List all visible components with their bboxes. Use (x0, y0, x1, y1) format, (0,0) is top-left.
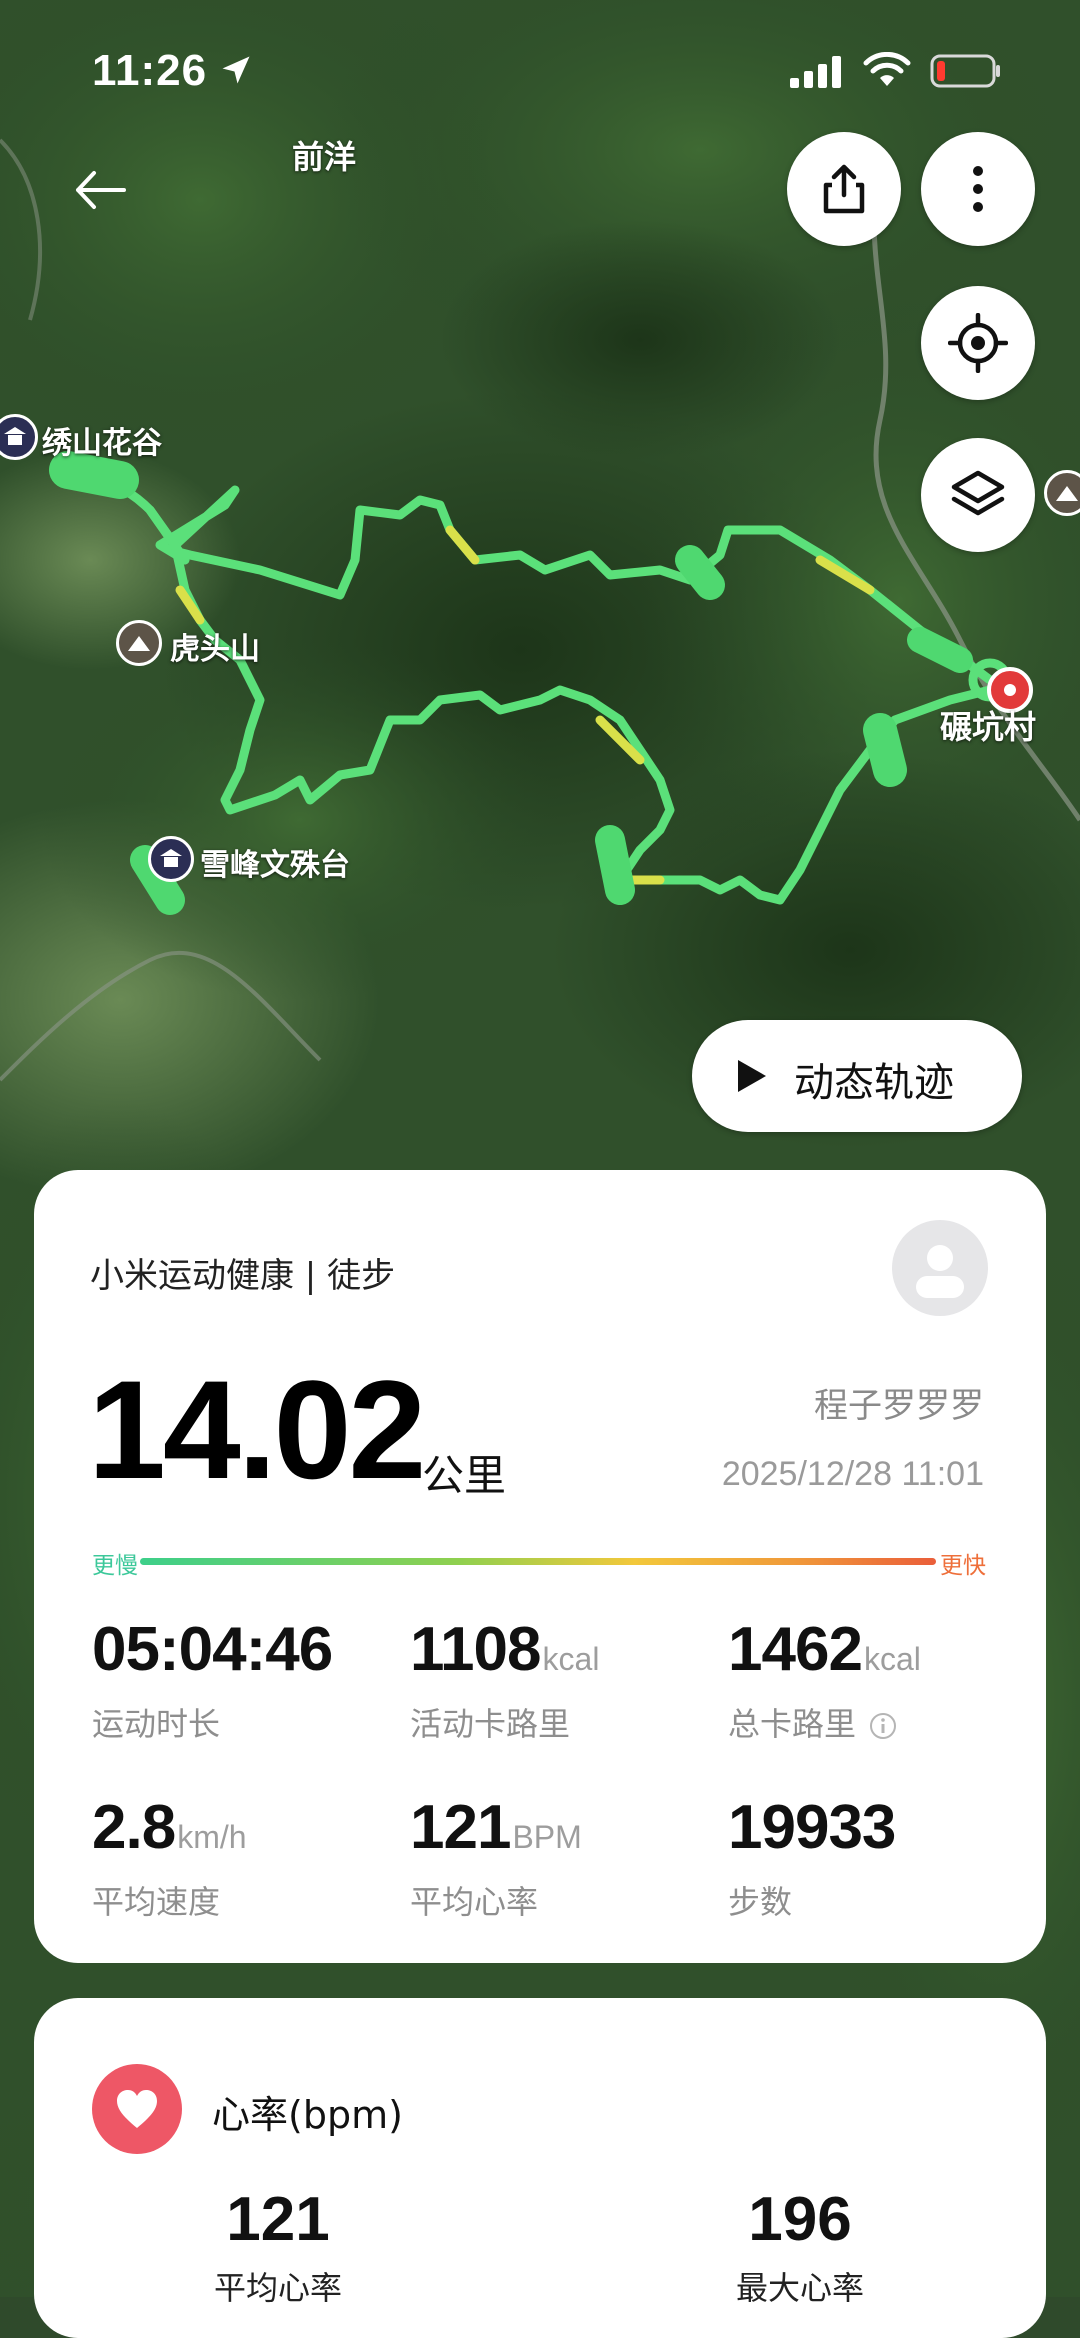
poi-mountain-icon[interactable] (116, 620, 162, 666)
map-label-qianyang: 前洋 (292, 138, 357, 176)
stat-unit: BPM (512, 1819, 582, 1855)
pace-faster-label: 更快 (940, 1553, 986, 1579)
back-button[interactable] (70, 160, 140, 220)
play-icon (738, 1060, 766, 1092)
stat-value: 1462 (728, 1615, 863, 1684)
dynamic-track-label: 动态轨迹 (794, 1060, 954, 1106)
stat-value: 19933 (728, 1793, 896, 1862)
heart-rate-badge (92, 2064, 182, 2154)
stat-label: 活动卡路里 (410, 1705, 571, 1743)
crosshair-icon (948, 313, 1008, 373)
stat-unit: kcal (542, 1641, 600, 1677)
stat-total-calories: 1462kcal 总卡路里 (728, 1614, 921, 1745)
status-time: 11:26 (92, 46, 208, 95)
hr-max: 196 最大心率 (680, 2184, 920, 2309)
back-arrow-icon (76, 171, 126, 209)
app-activity-label: 小米运动健康 | 徒步 (90, 1256, 396, 1296)
stat-label: 平均速度 (92, 1883, 221, 1921)
dynamic-track-button[interactable]: 动态轨迹 (692, 1020, 1022, 1132)
hr-max-label: 最大心率 (735, 2269, 864, 2307)
stat-unit: kcal (863, 1641, 921, 1677)
stat-steps: 19933 步数 (728, 1792, 897, 1923)
stat-value: 121 (410, 1793, 511, 1862)
share-icon (823, 164, 865, 214)
map-label-niankeng-cun: 碾坑村 (940, 708, 1037, 746)
stat-value: 2.8 (92, 1793, 176, 1862)
hr-average-label: 平均心率 (213, 2269, 342, 2307)
heart-rate-card[interactable]: 心率(bpm) 121 平均心率 196 最大心率 (34, 1998, 1046, 2338)
map-layers-button[interactable] (921, 438, 1035, 552)
stat-average-speed: 2.8km/h 平均速度 (92, 1792, 247, 1923)
stat-value: 05:04:46 (92, 1615, 333, 1684)
status-bar: 11:26 (0, 0, 1080, 140)
map-label-xiushan-huagu[interactable]: 绣山花谷 (42, 418, 162, 462)
battery-low-icon (930, 54, 1000, 88)
workout-summary-card: 小米运动健康 | 徒步 14.02 公里 程子罗罗罗 2025/12/28 11… (34, 1170, 1046, 1963)
location-arrow-icon (222, 56, 250, 84)
wifi-icon (863, 52, 911, 86)
map-label-hutou-shan[interactable]: 虎头山 (170, 624, 260, 668)
hr-average-value: 121 (226, 2185, 330, 2254)
stat-value: 1108 (410, 1615, 542, 1684)
distance-unit: 公里 (422, 1451, 507, 1500)
heart-rate-title: 心率(bpm) (212, 2093, 403, 2137)
share-button[interactable] (787, 132, 901, 246)
stat-unit: km/h (177, 1819, 247, 1855)
stat-average-heart-rate: 121BPM 平均心率 (410, 1792, 582, 1923)
pace-slower-label: 更慢 (92, 1553, 138, 1579)
heart-icon (117, 2090, 157, 2128)
distance-value: 14.02 (88, 1351, 426, 1508)
cellular-signal-icon (790, 56, 841, 88)
stat-label: 步数 (728, 1883, 793, 1921)
poi-temple-icon[interactable] (148, 836, 194, 882)
stat-label: 运动时长 (92, 1705, 221, 1743)
stat-active-calories: 1108kcal 活动卡路里 (410, 1614, 599, 1745)
more-options-button[interactable] (921, 132, 1035, 246)
username: 程子罗罗罗 (814, 1386, 984, 1426)
map-label-xuefeng-wenshutai[interactable]: 雪峰文殊台 (200, 840, 350, 884)
avatar[interactable] (892, 1220, 988, 1316)
more-vertical-icon (973, 166, 983, 212)
layers-icon (951, 470, 1005, 516)
hr-average: 121 平均心率 (158, 2184, 398, 2309)
hr-max-value: 196 (748, 2185, 852, 2254)
pace-gradient-bar (140, 1558, 936, 1565)
workout-datetime: 2025/12/28 11:01 (721, 1455, 984, 1493)
stat-label: 平均心率 (410, 1883, 539, 1921)
stat-label: 总卡路里 (728, 1705, 857, 1743)
user-silhouette-icon (916, 1245, 964, 1298)
info-icon[interactable] (868, 1711, 898, 1741)
stat-duration: 05:04:46 运动时长 (92, 1614, 334, 1745)
locate-button[interactable] (921, 286, 1035, 400)
